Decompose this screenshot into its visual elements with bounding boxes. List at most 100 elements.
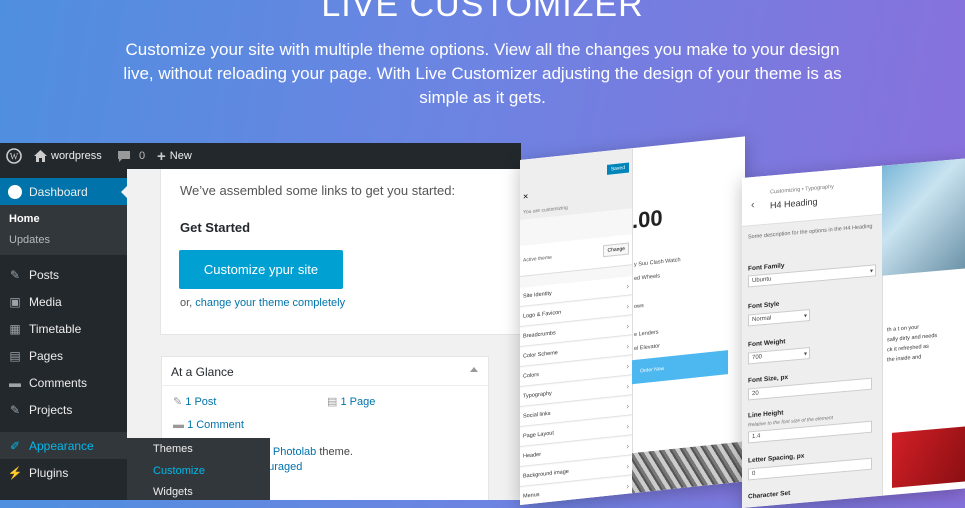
site-name: wordpress [51,150,102,162]
new-content-link[interactable]: + New [157,143,192,169]
wp-admin-screenshot: W wordpress 0 + New Dashboard Home Updat… [0,143,521,500]
customizer-screenshot-2: ‹ Customizing • Typography H4 Heading So… [742,158,965,508]
customize-site-button[interactable]: Customize ypur site [179,250,343,289]
hero-title: LIVE CUSTOMIZER [321,0,644,24]
sidebar-item-label: Media [29,294,62,309]
field-label: Font Family [748,262,785,273]
collapse-arrow-icon[interactable] [470,367,478,372]
get-started-heading: Get Started [180,220,251,235]
widget-header[interactable]: At a Glance [162,357,488,386]
comment-icon: ▬ [173,419,184,431]
sidebar-item-label: Appearance [29,438,94,453]
field-label: Letter Spacing, px [748,452,805,465]
preview-price: .00 [632,205,663,234]
font-weight-select[interactable]: 700 ▾ [748,347,810,365]
posts-count-link[interactable]: ✎ 1 Post [173,395,216,408]
change-theme-button[interactable]: Change [603,242,629,258]
appearance-flyout-menu: Themes Customize Widgets [127,438,270,500]
pin-icon: ✎ [173,396,183,408]
sidebar-item-comments[interactable]: ▬ Comments [0,369,127,396]
submenu-home[interactable]: Home [9,213,40,225]
preview-order-button[interactable]: Order Now [632,350,728,385]
chevron-down-icon: ▾ [803,312,807,320]
widget-title: At a Glance [171,365,234,379]
svg-text:W: W [10,152,19,162]
sidebar-item-label: Plugins [29,465,69,480]
you-are-customizing: You are customizing [523,204,568,216]
sidebar-item-projects[interactable]: ✎ Projects [0,396,127,423]
sidebar-item-timetable[interactable]: ▦ Timetable [0,315,127,342]
field-label: Font Weight [748,338,786,349]
admin-sidebar: Dashboard Home Updates ✎ Posts ▣ Media ▦ Ti… [0,169,127,500]
panel-header: ‹ Customizing • Typography H4 Heading [742,165,882,227]
active-pointer [121,186,127,198]
panel-description: Some description for the options in the … [748,223,873,241]
sidebar-item-appearance[interactable]: ✐ Appearance [0,432,127,459]
comment-icon: ▬ [9,375,21,390]
pages-count-label: 1 Page [340,396,376,408]
field-label: Font Size, px [748,373,789,385]
pages-icon: ▤ [327,396,338,408]
plugin-icon: ⚡ [7,465,23,480]
pages-count-link[interactable]: ▤ 1 Page [327,395,375,408]
change-theme-line: or, change your theme completely [180,297,345,309]
chevron-down-icon: ▾ [803,350,807,358]
or-text: or, [180,297,193,309]
change-theme-link[interactable]: change your theme completely [195,297,345,309]
typography-panel: ‹ Customizing • Typography H4 Heading So… [742,165,883,508]
customizer-menu-panel: × You are customizing Saved Active theme… [520,148,633,505]
new-label: New [169,150,192,162]
panel-heading: H4 Heading [770,196,818,211]
pages-icon: ▤ [9,348,21,363]
sidebar-item-label: Projects [29,402,73,417]
preview-image [632,441,745,494]
calendar-icon: ▦ [9,321,21,336]
dashboard-submenu: Home Updates [0,205,127,255]
back-icon[interactable]: ‹ [751,199,755,211]
sidebar-item-posts[interactable]: ✎ Posts [0,261,127,288]
field-label: Character Set [748,489,791,501]
sidebar-item-label: Dashboard [29,184,88,199]
sidebar-item-pages[interactable]: ▤ Pages [0,342,127,369]
comments-count-link[interactable]: ▬ 1 Comment [173,419,244,431]
media-icon: ▣ [9,294,21,309]
theme-name-link[interactable]: Photolab [273,446,316,458]
preview-list: y Suu Clash Watch ed Wheels ows e Lender… [634,257,681,353]
font-style-select[interactable]: Normal ▾ [748,309,810,327]
preview-machine-image [892,426,965,488]
theme-info-suffix: theme. [319,446,353,458]
comment-icon [118,150,130,162]
preview-car-wash-image [882,158,965,276]
flyout-customize[interactable]: Customize [153,465,205,477]
sidebar-item-plugins[interactable]: ⚡ Plugins [0,459,127,486]
plus-icon: + [157,147,166,165]
sidebar-item-dashboard[interactable]: Dashboard [0,178,127,205]
dashboard-icon [8,184,22,199]
active-theme-label: Active theme [523,254,552,264]
flyout-themes[interactable]: Themes [153,443,193,455]
sidebar-item-label: Comments [29,375,88,390]
field-label: Line Height [748,409,784,420]
hero-description: Customize your site with multiple theme … [123,40,842,107]
sidebar-item-label: Timetable [29,321,82,336]
posts-count-label: 1 Post [185,396,217,408]
customizer-header: × You are customizing Saved [520,148,632,220]
pin-icon: ✎ [9,267,21,282]
brush-icon: ✐ [9,438,21,453]
site-home-link[interactable]: wordpress [34,143,102,169]
comments-link[interactable]: 0 [118,143,145,169]
sidebar-item-label: Pages [29,348,64,363]
field-label: Font Style [748,300,780,311]
saved-button[interactable]: Saved [606,162,629,175]
close-icon[interactable]: × [523,191,528,202]
flyout-widgets[interactable]: Widgets [153,486,193,498]
admin-bar: W wordpress 0 + New [0,143,521,169]
sidebar-item-media[interactable]: ▣ Media [0,288,127,315]
wordpress-logo-icon[interactable]: W [6,143,22,169]
active-theme-row: Active theme Change [520,234,632,277]
submenu-updates[interactable]: Updates [9,234,50,246]
chevron-down-icon: ▾ [869,268,873,275]
pin-icon: ✎ [9,402,21,417]
preview-text: th a t on your sally dirty and needs ck … [887,324,938,364]
customizer-screenshot-1: × You are customizing Saved Active theme… [520,136,745,505]
